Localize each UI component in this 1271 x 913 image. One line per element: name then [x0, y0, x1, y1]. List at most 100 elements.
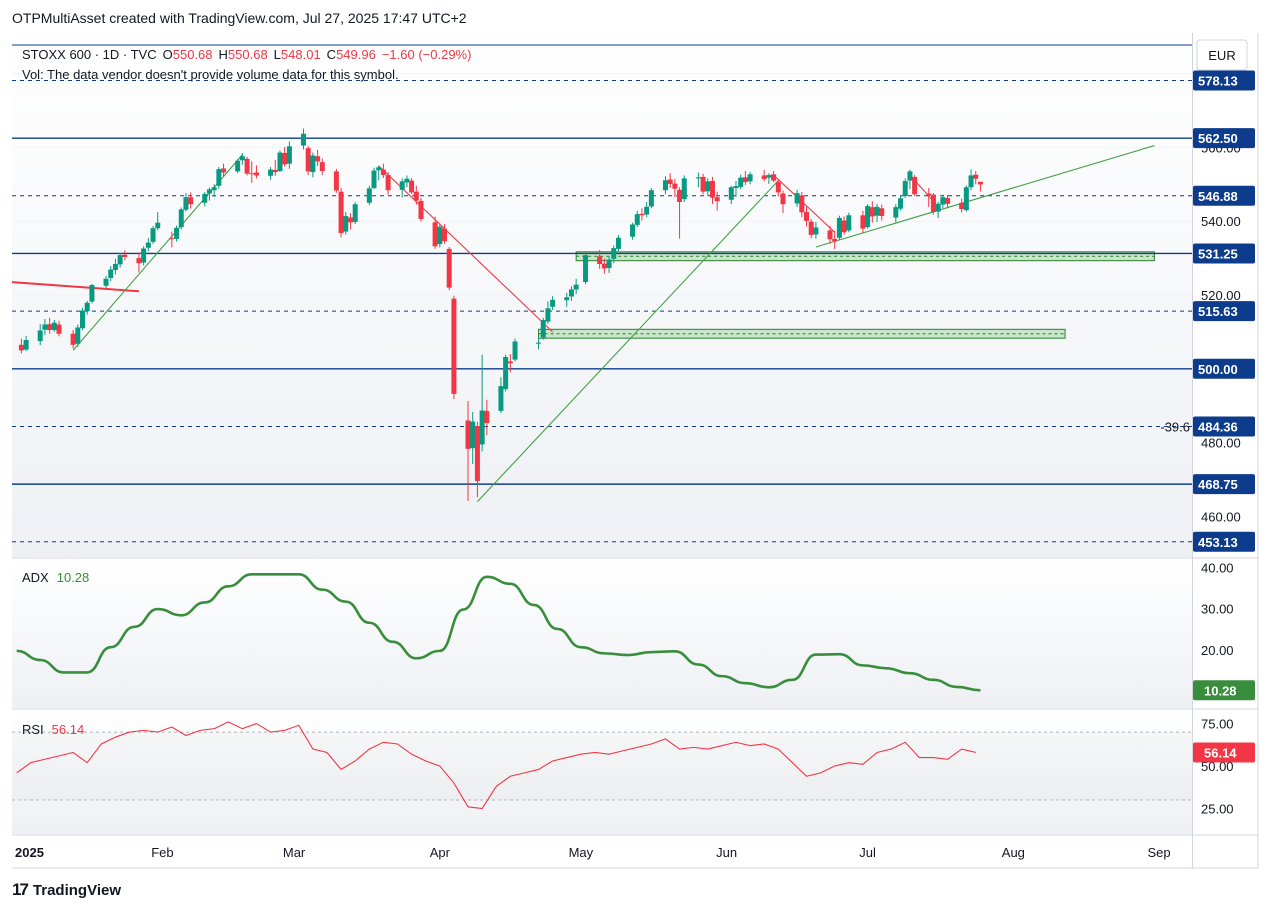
candle-body [446, 248, 452, 288]
candle-body [174, 227, 180, 239]
candle-body [18, 344, 24, 351]
legend-open-label: O [163, 47, 173, 62]
candle-body [808, 221, 814, 235]
candle-body [709, 180, 715, 198]
candle-body [56, 324, 62, 334]
candle-body [874, 206, 880, 216]
candle-body [959, 202, 965, 210]
candle-body [117, 255, 123, 265]
candle-body [968, 175, 974, 188]
candle-body [136, 258, 142, 264]
candle-body [216, 169, 222, 186]
candle-body [249, 173, 255, 175]
candle-body [639, 213, 645, 216]
candle-body [771, 174, 777, 181]
rsi-value-tag-label: 56.14 [1204, 745, 1237, 760]
candle-body [935, 203, 941, 212]
candle-body [352, 204, 358, 222]
candle-body [305, 148, 311, 172]
tradingview-brand[interactable]: 17 TradingView [12, 880, 121, 900]
candle-body [865, 206, 871, 228]
rsi-title: RSI [22, 722, 44, 737]
level-tag-label: 468.75 [1198, 477, 1238, 492]
candle-body [963, 187, 969, 211]
candle-body [973, 174, 979, 179]
chart-svg[interactable]: -39.6 580.00560.00540.00520.00500.00480.… [0, 0, 1271, 913]
currency-label[interactable]: EUR [1208, 48, 1235, 63]
candle-body [84, 302, 90, 312]
candle-body [221, 168, 227, 173]
rsi-band-fill [12, 732, 1192, 801]
candle-body [898, 198, 904, 209]
candle-body [37, 330, 43, 342]
price-axis[interactable]: 580.00560.00540.00520.00500.00480.00460.… [1201, 67, 1241, 817]
candle-body [564, 297, 570, 301]
candle-body [550, 299, 556, 307]
candle-body [272, 169, 278, 173]
candle-body [206, 189, 212, 194]
brand-name: TradingView [32, 881, 122, 899]
candle-body [338, 191, 344, 234]
time-axis[interactable]: 2025 Feb Mar Apr May Jun Jul Aug Sep [15, 845, 1171, 860]
time-tick-label: Jun [716, 845, 737, 860]
legend-open: 550.68 [173, 47, 213, 62]
candle-body [503, 356, 509, 390]
candle-body [122, 254, 128, 257]
price-tick-label: 540.00 [1201, 214, 1241, 229]
rsi-legend-value: 56.14 [52, 722, 85, 737]
adx-legend-value: 10.28 [57, 570, 90, 585]
price-legend: STOXX 600 · 1D · TVC O550.68 H550.68 L548.0… [22, 47, 471, 62]
adx-pane[interactable] [12, 559, 1192, 708]
candle-body [926, 193, 932, 196]
candle-body [869, 207, 875, 217]
candle-body [766, 175, 772, 178]
candle-body [930, 194, 936, 212]
candle-body [474, 426, 480, 481]
tradingview-logo-icon: 17 [12, 880, 29, 899]
volume-note: Vol: The data vendor doesn't provide vol… [22, 67, 399, 82]
candle-body [385, 175, 391, 191]
price-tick-label: 480.00 [1201, 436, 1241, 451]
candle-body [42, 324, 48, 330]
candle-body [677, 189, 683, 203]
adx-value-tag-label: 10.28 [1204, 683, 1237, 698]
candle-body [399, 181, 405, 190]
price-tick-label: 520.00 [1201, 288, 1241, 303]
candle-body [282, 152, 288, 165]
candle-body [907, 171, 913, 181]
candle-body [583, 255, 589, 283]
candle-body [540, 320, 546, 338]
candle-body [667, 179, 673, 184]
legend-high-label: H [219, 47, 228, 62]
level-tag-label: 453.13 [1198, 535, 1238, 550]
candle-body [277, 152, 283, 172]
adx-tick-label: 20.00 [1201, 643, 1234, 658]
candle-body [169, 238, 175, 240]
candle-body [343, 216, 349, 232]
candle-body [150, 228, 156, 242]
candle-body [902, 180, 908, 197]
candle-body [418, 200, 424, 219]
candle-body [470, 421, 476, 449]
candle-body [23, 340, 29, 350]
candle-body [413, 191, 419, 201]
candle-body [738, 177, 744, 187]
candle-body [832, 238, 838, 242]
rsi-legend: RSI 56.14 [22, 722, 84, 737]
candle-body [672, 183, 678, 189]
candle-body [573, 284, 579, 290]
candle-body [145, 242, 151, 248]
candle-body [799, 195, 805, 213]
candle-body [188, 197, 194, 205]
legend-high: 550.68 [228, 47, 268, 62]
level-tag-label: 546.88 [1198, 189, 1238, 204]
candle-body [634, 214, 640, 225]
time-tick-label: May [569, 845, 594, 860]
candle-body [244, 158, 250, 174]
candle-body [371, 170, 377, 188]
candle-body [437, 226, 443, 245]
candle-body [286, 146, 292, 164]
candle-body [155, 222, 161, 229]
candle-body [662, 180, 668, 191]
candle-body [366, 188, 372, 203]
